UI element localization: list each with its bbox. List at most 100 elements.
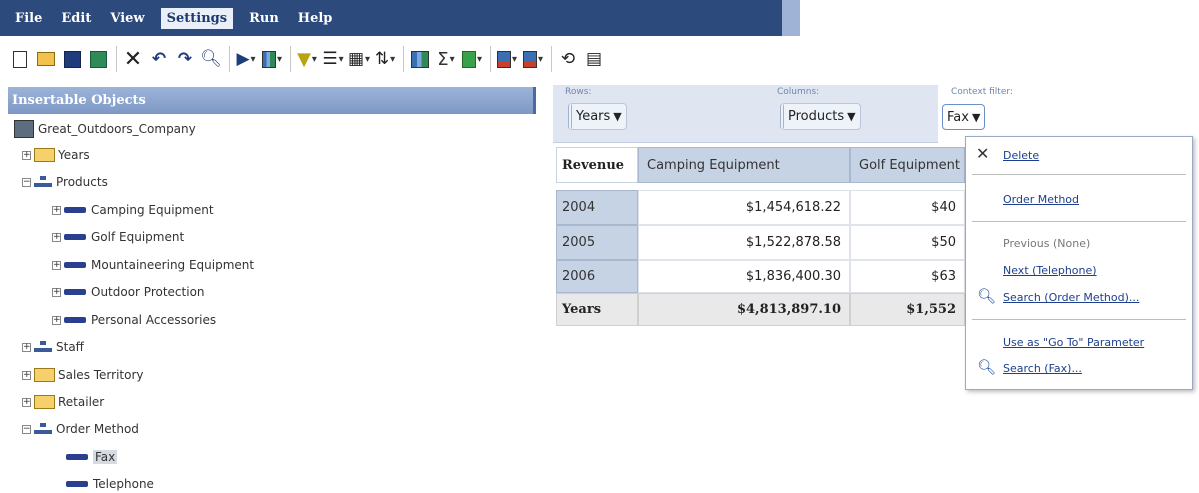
tree-item-outdoor-protection[interactable]: + Outdoor Protection xyxy=(52,282,205,302)
menu-view[interactable]: View xyxy=(107,9,147,28)
sort-icon[interactable]: ☰ xyxy=(322,49,343,69)
collapse-icon[interactable]: − xyxy=(22,177,31,187)
menu-item-delete[interactable]: Delete xyxy=(1003,149,1039,162)
folder-icon xyxy=(34,148,55,162)
tree-item-fax[interactable]: Fax xyxy=(66,447,118,467)
chevron-down-icon[interactable]: ▼ xyxy=(613,110,621,123)
tree-item-label: Outdoor Protection xyxy=(91,285,205,299)
dimension-icon xyxy=(34,341,52,353)
tree-item-telephone[interactable]: Telephone xyxy=(66,474,154,493)
row-header-2006[interactable]: 2006 xyxy=(556,260,638,293)
tree-item-years[interactable]: + Years xyxy=(22,145,90,165)
tree-item-label: Great_Outdoors_Company xyxy=(38,122,196,136)
level-icon xyxy=(64,289,86,295)
rows-zone-value: Years xyxy=(576,109,611,124)
chart-config-icon[interactable] xyxy=(523,49,543,69)
total-row-header[interactable]: Years xyxy=(556,293,638,326)
menu-file[interactable]: File xyxy=(12,9,45,28)
search-icon: 🔍︎ xyxy=(977,287,997,305)
table-cell: $1,836,400.30 xyxy=(638,260,850,293)
undo-icon[interactable]: ↶ xyxy=(149,49,169,69)
column-header-label: Golf Equipment xyxy=(859,157,960,173)
expand-icon[interactable]: + xyxy=(22,397,31,407)
open-folder-icon[interactable] xyxy=(36,49,56,69)
expand-icon[interactable]: + xyxy=(52,232,61,242)
menu-run[interactable]: Run xyxy=(246,9,282,28)
tree-item-label: Staff xyxy=(56,340,84,354)
expand-icon[interactable]: + xyxy=(22,342,31,352)
find-icon[interactable]: 🔍︎ xyxy=(200,49,222,69)
tree-item-personal-accessories[interactable]: + Personal Accessories xyxy=(52,310,216,330)
insert-chart-icon[interactable] xyxy=(462,49,482,69)
row-header-2005[interactable]: 2005 xyxy=(556,225,638,260)
expand-icon[interactable]: + xyxy=(52,315,61,325)
folder-icon xyxy=(34,395,55,409)
menu-settings[interactable]: Settings xyxy=(160,7,234,29)
rows-zone-pill[interactable]: Years ▼ xyxy=(568,103,627,130)
total-cell: $1,552 xyxy=(850,293,965,326)
tree-item-sales-territory[interactable]: + Sales Territory xyxy=(22,365,144,385)
tree-item-order-method[interactable]: − Order Method xyxy=(22,419,139,439)
expand-icon[interactable]: + xyxy=(52,287,61,297)
toolbar: ✕ ↶ ↷ 🔍︎ ▶ ▼ ☰ ▦ ⇅ Σ ⟲ ▤ xyxy=(0,40,1199,78)
cell-value: $1,552 xyxy=(906,302,956,317)
context-filter-pill[interactable]: Fax ▼ xyxy=(942,104,986,130)
column-header-camping[interactable]: Camping Equipment xyxy=(638,147,850,183)
tree-item-package[interactable]: Great_Outdoors_Company xyxy=(14,119,196,139)
expand-icon[interactable]: + xyxy=(22,370,31,380)
delete-icon[interactable]: ✕ xyxy=(123,47,143,72)
run-icon[interactable]: ▶ xyxy=(236,49,256,69)
expand-icon[interactable]: + xyxy=(52,205,61,215)
collapse-icon[interactable]: − xyxy=(22,424,31,434)
menu-item-search-fax[interactable]: Search (Fax)... xyxy=(1003,362,1082,375)
summarize-icon[interactable]: ▦ xyxy=(348,49,369,69)
expand-icon[interactable]: + xyxy=(22,150,31,160)
chevron-down-icon[interactable]: ▼ xyxy=(847,110,855,123)
tree-item-mountaineering-equipment[interactable]: + Mountaineering Equipment xyxy=(52,255,254,275)
explore-icon[interactable]: ⇅ xyxy=(375,49,395,69)
menu-edit[interactable]: Edit xyxy=(58,9,94,28)
chart-icon[interactable] xyxy=(497,49,517,69)
tree-item-label: Telephone xyxy=(93,477,154,491)
folder-icon xyxy=(34,368,55,382)
row-header-label: 2006 xyxy=(562,269,596,284)
menu-item-next[interactable]: Next (Telephone) xyxy=(1003,264,1097,277)
save-icon[interactable] xyxy=(62,49,82,69)
chevron-down-icon[interactable]: ▼ xyxy=(972,111,980,124)
new-document-icon[interactable] xyxy=(10,49,30,69)
menu-item-search-order-method[interactable]: Search (Order Method)... xyxy=(1003,291,1139,304)
tree-item-label: Camping Equipment xyxy=(91,203,214,217)
panel-title: Insertable Objects xyxy=(12,93,146,108)
corner-label: Revenue xyxy=(562,157,625,173)
table-cell: $63 xyxy=(850,260,965,293)
context-filter-label: Context filter: xyxy=(951,87,1013,97)
row-header-label: 2004 xyxy=(562,200,596,215)
dimension-icon xyxy=(34,423,52,435)
menu-item-order-method[interactable]: Order Method xyxy=(1003,193,1079,206)
menu-item-use-as-go-to[interactable]: Use as "Go To" Parameter xyxy=(1003,336,1144,349)
columns-zone-pill[interactable]: Products ▼ xyxy=(780,103,861,130)
save-as-icon[interactable] xyxy=(88,49,108,69)
properties-icon[interactable]: ▤ xyxy=(584,49,604,69)
tree-item-label: Golf Equipment xyxy=(91,230,185,244)
refresh-icon[interactable]: ⟲ xyxy=(558,49,578,69)
menu-help[interactable]: Help xyxy=(295,9,336,28)
cell-value: $1,836,400.30 xyxy=(745,269,841,284)
row-header-2004[interactable]: 2004 xyxy=(556,190,638,225)
tree-item-products[interactable]: − Products xyxy=(22,172,108,192)
chart-type-icon[interactable] xyxy=(262,49,282,69)
calculate-icon[interactable] xyxy=(410,49,430,69)
cell-value: $4,813,897.10 xyxy=(736,302,841,317)
tree-item-golf-equipment[interactable]: + Golf Equipment xyxy=(52,227,184,247)
filter-icon[interactable]: ▼ xyxy=(297,49,317,70)
level-icon xyxy=(64,234,86,240)
close-icon: ✕ xyxy=(976,144,990,163)
expand-icon[interactable]: + xyxy=(52,260,61,270)
redo-icon[interactable]: ↷ xyxy=(175,49,195,69)
tree-item-camping-equipment[interactable]: + Camping Equipment xyxy=(52,200,214,220)
tree-item-staff[interactable]: + Staff xyxy=(22,337,84,357)
sum-icon[interactable]: Σ xyxy=(436,49,456,70)
tree-item-retailer[interactable]: + Retailer xyxy=(22,392,104,412)
column-header-golf[interactable]: Golf Equipment xyxy=(850,147,965,183)
table-cell: $1,522,878.58 xyxy=(638,225,850,260)
